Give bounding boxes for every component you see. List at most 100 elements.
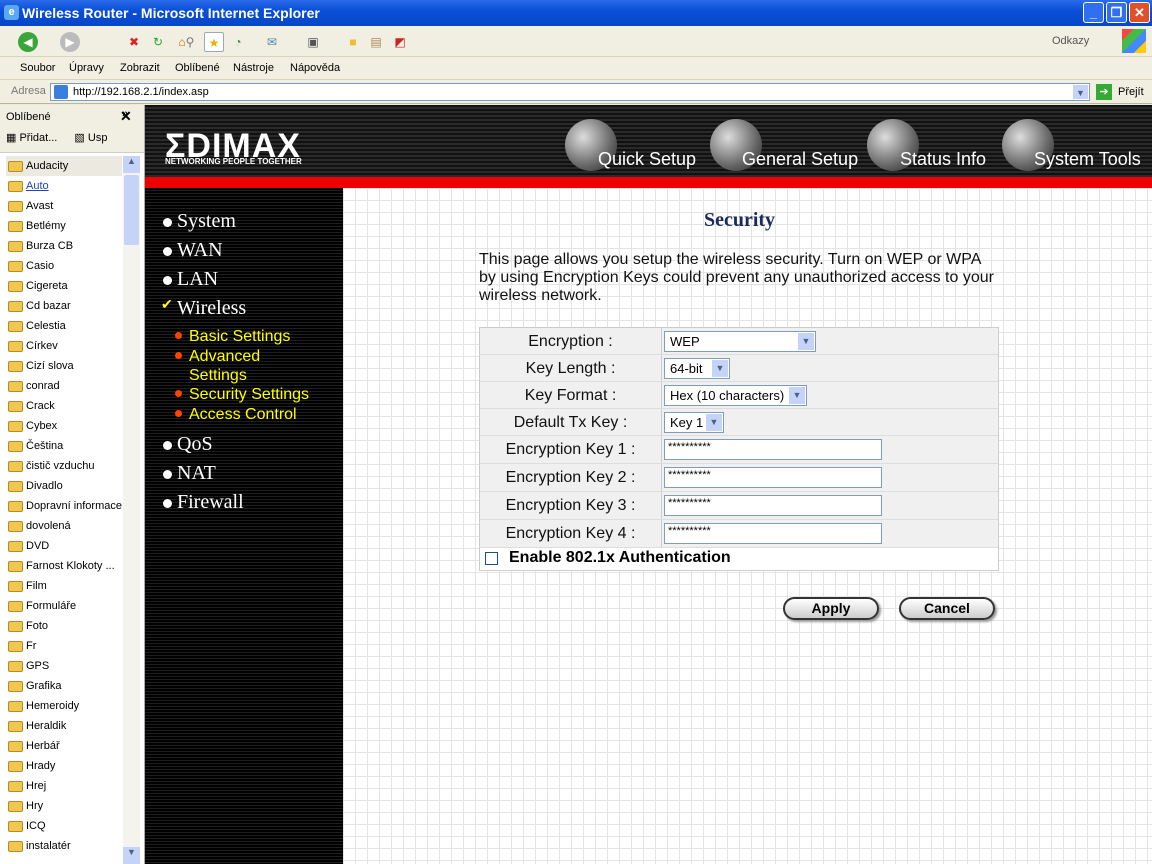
default-tx-key-select[interactable]: Key 1 ▼ [664, 412, 724, 433]
favorite-item[interactable]: Crack [6, 396, 122, 416]
favorite-item[interactable]: Casio [6, 256, 122, 276]
encryption-key-input[interactable]: ********** [664, 495, 882, 516]
favorite-item[interactable]: Cd bazar [6, 296, 122, 316]
favorite-item[interactable]: Foto [6, 616, 122, 636]
nav-general-setup[interactable]: General Setup [742, 149, 858, 170]
nav-security-settings[interactable]: Security Settings [174, 385, 309, 404]
favorite-item[interactable]: Film [6, 576, 122, 596]
encryption-select[interactable]: WEP ▼ [664, 331, 816, 352]
favorite-item[interactable]: Hemeroidy [6, 696, 122, 716]
menu-view[interactable]: Zobrazit [120, 62, 160, 74]
add-favorite-button[interactable]: ▦ Přidat... [6, 132, 57, 144]
favorite-item[interactable]: Cigereta [6, 276, 122, 296]
nav-access-control[interactable]: Access Control [174, 405, 297, 424]
key-format-select[interactable]: Hex (10 characters) ▼ [664, 385, 807, 406]
research-icon[interactable]: ▤ [366, 32, 386, 52]
menu-tools[interactable]: Nástroje [233, 62, 274, 74]
nav-quick-setup[interactable]: Quick Setup [598, 149, 696, 170]
nav-system[interactable]: System [163, 210, 236, 233]
nav-firewall[interactable]: Firewall [163, 491, 244, 514]
favorite-item[interactable]: Avast [6, 196, 122, 216]
nav-system-tools[interactable]: System Tools [1034, 149, 1141, 170]
enable-8021x-checkbox[interactable] [485, 552, 498, 565]
nav-wireless[interactable]: ✔ Wireless [161, 297, 246, 320]
encryption-key-input[interactable]: ********** [664, 439, 882, 460]
favorite-item[interactable]: Audacity [6, 156, 122, 176]
nav-lan[interactable]: LAN [163, 268, 218, 291]
scroll-thumb[interactable] [124, 175, 139, 245]
key-length-select[interactable]: 64-bit ▼ [664, 358, 730, 379]
go-icon[interactable]: ➔ [1096, 84, 1112, 100]
favorite-item[interactable]: instalatér [6, 836, 122, 856]
favorites-icon[interactable]: ★ [204, 32, 224, 52]
folder-icon [8, 581, 23, 592]
encryption-key-input[interactable]: ********** [664, 523, 882, 544]
links-label[interactable]: Odkazy [1052, 35, 1089, 47]
flag-icon[interactable]: ◩ [390, 32, 410, 52]
favorite-item[interactable]: Cizí slova [6, 356, 122, 376]
favorite-item[interactable]: Divadlo [6, 476, 122, 496]
address-dropdown[interactable]: ▼ [1073, 85, 1088, 99]
favorite-item[interactable]: Celestia [6, 316, 122, 336]
favorite-item[interactable]: Hry [6, 796, 122, 816]
go-button[interactable]: Přejít [1118, 86, 1144, 98]
back-icon[interactable]: ◀ [18, 32, 38, 52]
favorite-item[interactable]: ICQ [6, 816, 122, 836]
menu-help[interactable]: Nápověda [290, 62, 340, 74]
default-tx-key-label: Default Tx Key : [480, 409, 662, 435]
favorite-item[interactable]: dovolená [6, 516, 122, 536]
favorite-item[interactable]: Grafika [6, 676, 122, 696]
nav-wan[interactable]: WAN [163, 239, 223, 262]
minimize-button[interactable]: _ [1083, 2, 1104, 23]
close-button[interactable]: ✕ [1129, 2, 1150, 23]
forward-icon[interactable]: ▶ [60, 32, 80, 52]
menu-favorites[interactable]: Oblíbené [175, 62, 220, 74]
note-icon[interactable]: ■ [343, 32, 363, 52]
address-url: http://192.168.2.1/index.asp [73, 86, 209, 98]
favorite-item[interactable]: Cybex [6, 416, 122, 436]
favorite-item[interactable]: Dopravní informace [6, 496, 122, 516]
favorite-item[interactable]: Hrej [6, 776, 122, 796]
nav-advanced-settings[interactable]: Advanced Settings [174, 347, 314, 385]
favorites-scrollbar[interactable]: ▲ ▼ [123, 156, 140, 864]
history-icon[interactable]: ◔ [228, 32, 248, 52]
folder-icon [8, 281, 23, 292]
stop-icon[interactable]: ✖ [124, 32, 144, 52]
apply-button[interactable]: Apply [783, 597, 879, 620]
side-nav: System WAN LAN ✔ Wireless Basic Settings … [145, 188, 343, 864]
favorite-item[interactable]: čistič vzduchu [6, 456, 122, 476]
encryption-key-input[interactable]: ********** [664, 467, 882, 488]
favorite-item[interactable]: Herbář [6, 736, 122, 756]
favorite-item[interactable]: Heraldik [6, 716, 122, 736]
favorite-item[interactable]: conrad [6, 376, 122, 396]
favorite-item[interactable]: Formuláře [6, 596, 122, 616]
favorite-item[interactable]: Církev [6, 336, 122, 356]
favorite-item[interactable]: Burza CB [6, 236, 122, 256]
favorite-item[interactable]: Auto [6, 176, 122, 196]
bullet-icon [163, 276, 172, 285]
edit-icon[interactable]: ▣ [303, 32, 323, 52]
nav-nat[interactable]: NAT [163, 462, 216, 485]
favorite-item[interactable]: Farnost Klokoty ... [6, 556, 122, 576]
favorite-item[interactable]: Čeština [6, 436, 122, 456]
favorite-item[interactable]: GPS [6, 656, 122, 676]
refresh-icon[interactable]: ↻ [148, 32, 168, 52]
favorite-item[interactable]: DVD [6, 536, 122, 556]
organize-favorites-button[interactable]: ▧ Usp [74, 132, 107, 144]
folder-icon [8, 721, 23, 732]
maximize-button[interactable]: ❐ [1106, 2, 1127, 23]
favorite-item[interactable]: Fr [6, 636, 122, 656]
address-input[interactable]: http://192.168.2.1/index.asp ▼ [50, 83, 1090, 101]
menu-file[interactable]: Soubor [20, 62, 55, 74]
nav-status-info[interactable]: Status Info [900, 149, 986, 170]
nav-basic-settings[interactable]: Basic Settings [174, 327, 290, 346]
cancel-button[interactable]: Cancel [899, 597, 995, 620]
more-icon[interactable]: » [122, 108, 128, 120]
nav-qos[interactable]: QoS [163, 433, 213, 456]
folder-icon [8, 601, 23, 612]
mail-icon[interactable]: ✉ [262, 32, 282, 52]
search-icon[interactable]: ⚲ [180, 32, 200, 52]
menu-edit[interactable]: Úpravy [69, 62, 104, 74]
favorite-item[interactable]: Betlémy [6, 216, 122, 236]
favorite-item[interactable]: Hrady [6, 756, 122, 776]
